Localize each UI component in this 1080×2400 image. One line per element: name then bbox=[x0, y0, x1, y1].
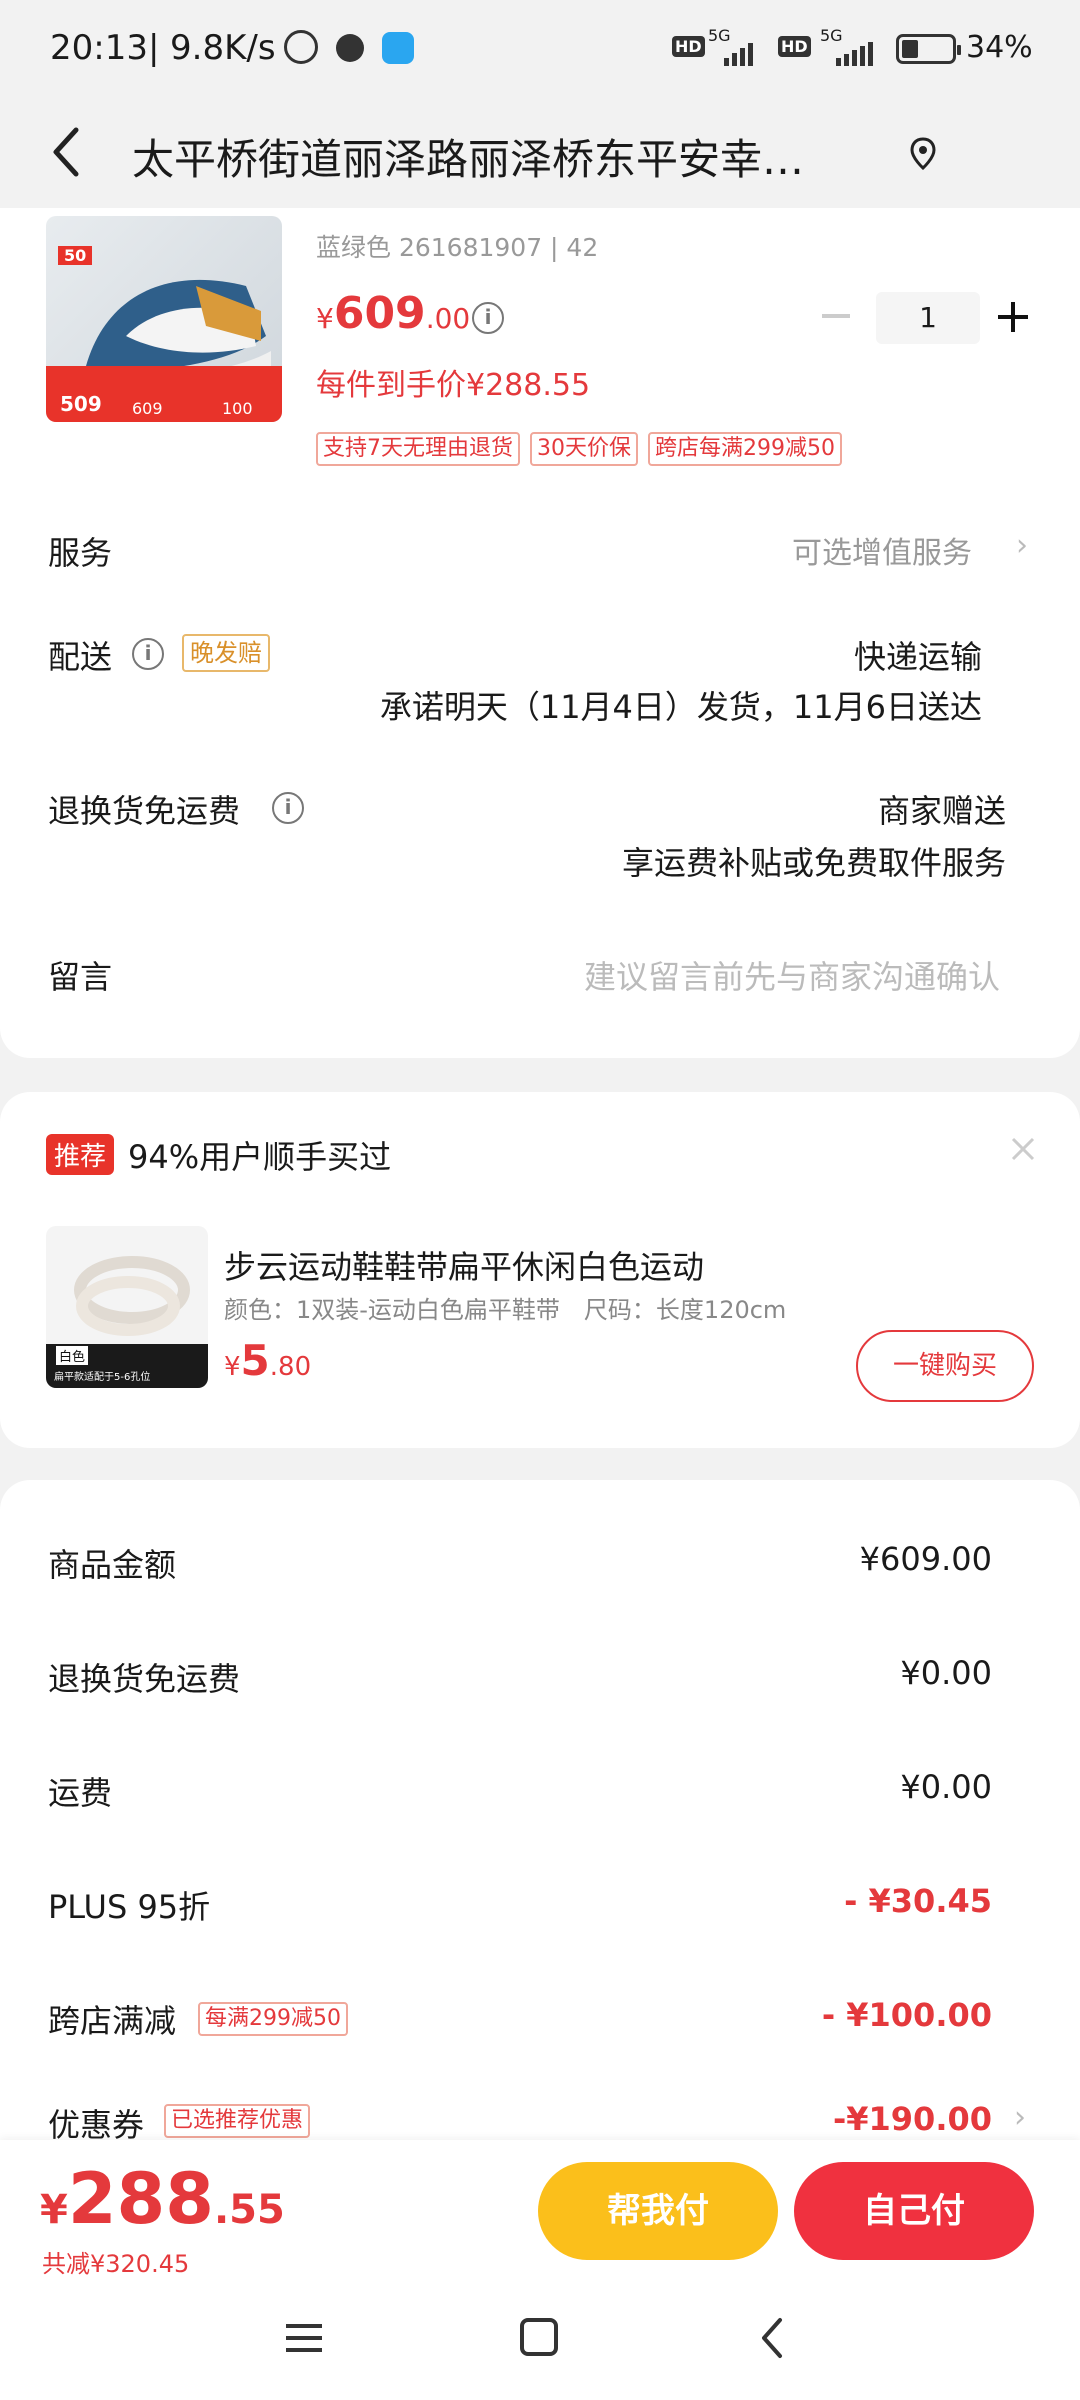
late-delivery-badge: 晚发赔 bbox=[182, 634, 270, 672]
thumb-badge: 50 bbox=[58, 246, 93, 265]
alarm-icon bbox=[284, 30, 318, 64]
summary-value: ¥609.00 bbox=[859, 1540, 992, 1578]
summary-row: 运费 ¥0.00 bbox=[0, 1768, 1080, 1828]
summary-value: - ¥100.00 bbox=[821, 1996, 992, 2034]
tag-price-protect: 30天价保 bbox=[530, 432, 638, 466]
message-input[interactable]: 建议留言前先与商家沟通确认 bbox=[584, 952, 1000, 998]
message-label: 留言 bbox=[48, 958, 113, 996]
thumb-price-3: 100 bbox=[222, 399, 253, 418]
close-icon[interactable] bbox=[1008, 1134, 1038, 1164]
total-price: ¥288.55 bbox=[40, 2158, 285, 2240]
summary-value: ¥0.00 bbox=[900, 1768, 992, 1806]
order-card: 50 509 609 100 蓝绿色 261681907 | 42 ¥609.0… bbox=[0, 208, 1080, 1058]
product-thumbnail[interactable]: 50 509 609 100 bbox=[46, 216, 282, 422]
product-price: ¥609.00 bbox=[316, 288, 471, 339]
delivery-row[interactable]: 配送 i 晚发赔 快递运输 承诺明天（11月4日）发货，11月6日送达 bbox=[0, 618, 1080, 728]
status-time: 20:13 bbox=[50, 28, 148, 68]
summary-row[interactable]: 跨店满减 每满299减50 - ¥100.00 bbox=[0, 1996, 1080, 2056]
chat-notification-icon bbox=[382, 32, 414, 64]
return-shipping-value: 商家赠送 bbox=[877, 792, 1006, 830]
summary-tag: 已选推荐优惠 bbox=[164, 2104, 311, 2138]
net-price-label: 每件到手价¥288.55 bbox=[316, 368, 591, 403]
delivery-label: 配送 bbox=[48, 638, 113, 676]
recommend-thumbnail[interactable]: 白色 扁平款适配于5-6孔位 bbox=[46, 1226, 208, 1388]
summary-value: - ¥30.45 bbox=[844, 1882, 992, 1920]
status-separator: | bbox=[148, 28, 160, 68]
summary-label: 跨店满减 bbox=[48, 2002, 177, 2040]
delivery-info-icon[interactable]: i bbox=[132, 638, 164, 670]
summary-label: 退换货免运费 bbox=[48, 1660, 241, 1698]
one-click-buy-button[interactable]: 一键购买 bbox=[856, 1330, 1034, 1402]
menu-icon[interactable] bbox=[284, 2320, 324, 2356]
return-shipping-desc: 享运费补贴或免费取件服务 bbox=[621, 844, 1006, 882]
return-info-icon[interactable]: i bbox=[272, 792, 304, 824]
recommend-card: 推荐 94%用户顺手买过 白色 扁平款适配于5-6孔位 步云运动鞋鞋带扁平休闲白… bbox=[0, 1092, 1080, 1448]
summary-value: ¥0.00 bbox=[900, 1654, 992, 1692]
thumb-price-1: 509 bbox=[60, 392, 102, 416]
return-shipping-row[interactable]: 退换货免运费 i 商家赠送 享运费补贴或免费取件服务 bbox=[0, 774, 1080, 884]
status-speed: 9.8K/s bbox=[170, 28, 276, 68]
summary-label: 运费 bbox=[48, 1774, 113, 1812]
back-button[interactable] bbox=[44, 122, 92, 182]
recommend-title: 94%用户顺手买过 bbox=[128, 1138, 392, 1176]
tag-cross-store: 跨店每满299减50 bbox=[648, 432, 842, 466]
quantity-value[interactable]: 1 bbox=[876, 292, 980, 344]
product-spec[interactable]: 蓝绿色 261681907 | 42 bbox=[316, 228, 598, 264]
summary-value: -¥190.00 bbox=[832, 2100, 992, 2138]
return-shipping-label: 退换货免运费 bbox=[48, 792, 241, 830]
recommend-thumb-caption: 扁平款适配于5-6孔位 bbox=[54, 1372, 151, 1383]
price-summary-card: 商品金额 ¥609.00 退换货免运费 ¥0.00 运费 ¥0.00 PLUS … bbox=[0, 1480, 1080, 2200]
help-me-pay-button[interactable]: 帮我付 bbox=[538, 2162, 778, 2260]
chevron-right-icon: › bbox=[1014, 2100, 1026, 2135]
summary-row[interactable]: 退换货免运费 ¥0.00 bbox=[0, 1654, 1080, 1714]
tag-7day-return: 支持7天无理由退货 bbox=[316, 432, 520, 466]
service-value: 可选增值服务 bbox=[792, 536, 972, 571]
delivery-address[interactable]: 太平桥街道丽泽路丽泽桥东平安幸… bbox=[132, 126, 804, 187]
pay-myself-button[interactable]: 自己付 bbox=[794, 2162, 1034, 2260]
delivery-promise: 承诺明天（11月4日）发货，11月6日送达 bbox=[379, 688, 982, 726]
app-notification-icon bbox=[336, 34, 364, 62]
checkout-bar: ¥288.55 共减¥320.45 帮我付 自己付 bbox=[0, 2140, 1080, 2280]
summary-row: 商品金额 ¥609.00 bbox=[0, 1540, 1080, 1600]
recommend-thumb-label: 白色 bbox=[56, 1346, 89, 1365]
recommend-badge: 推荐 bbox=[46, 1134, 115, 1175]
home-icon[interactable] bbox=[520, 2318, 558, 2356]
location-pin-icon[interactable] bbox=[908, 136, 938, 172]
service-row[interactable]: 服务 可选增值服务 › bbox=[0, 508, 1080, 588]
service-label: 服务 bbox=[48, 534, 113, 572]
hd-badge-1: HD bbox=[672, 36, 705, 57]
summary-tag: 每满299减50 bbox=[198, 2002, 348, 2036]
signal-icon-2 bbox=[834, 40, 884, 66]
battery-percent: 34% bbox=[966, 30, 1033, 65]
system-nav-bar bbox=[0, 2280, 1080, 2400]
total-saved: 共减¥320.45 bbox=[42, 2250, 190, 2278]
battery-icon bbox=[896, 34, 961, 64]
recommend-item-price: ¥5.80 bbox=[224, 1336, 312, 1385]
price-info-icon[interactable]: i bbox=[472, 302, 504, 334]
recommend-item-spec: 颜色：1双装-运动白色扁平鞋带 尺码：长度120cm bbox=[224, 1296, 787, 1324]
hd-badge-2: HD bbox=[778, 36, 811, 57]
summary-label: PLUS 95折 bbox=[48, 1888, 211, 1926]
status-bar: 20:13 | 9.8K/s HD 5G HD 5G 34% bbox=[0, 0, 1080, 96]
summary-label: 商品金额 bbox=[48, 1546, 177, 1584]
back-nav-icon[interactable] bbox=[756, 2316, 788, 2360]
chevron-right-icon: › bbox=[1016, 528, 1028, 563]
summary-row: PLUS 95折 - ¥30.45 bbox=[0, 1882, 1080, 1942]
header: 太平桥街道丽泽路丽泽桥东平安幸… bbox=[0, 96, 1080, 208]
recommend-item-name[interactable]: 步云运动鞋鞋带扁平休闲白色运动 bbox=[224, 1242, 704, 1288]
message-row[interactable]: 留言 建议留言前先与商家沟通确认 bbox=[0, 938, 1080, 1018]
signal-icon-1 bbox=[722, 40, 762, 66]
quantity-decrease-button[interactable] bbox=[822, 314, 850, 318]
quantity-increase-button[interactable] bbox=[998, 302, 1028, 332]
thumb-price-2: 609 bbox=[132, 399, 163, 418]
delivery-method: 快递运输 bbox=[853, 638, 982, 676]
